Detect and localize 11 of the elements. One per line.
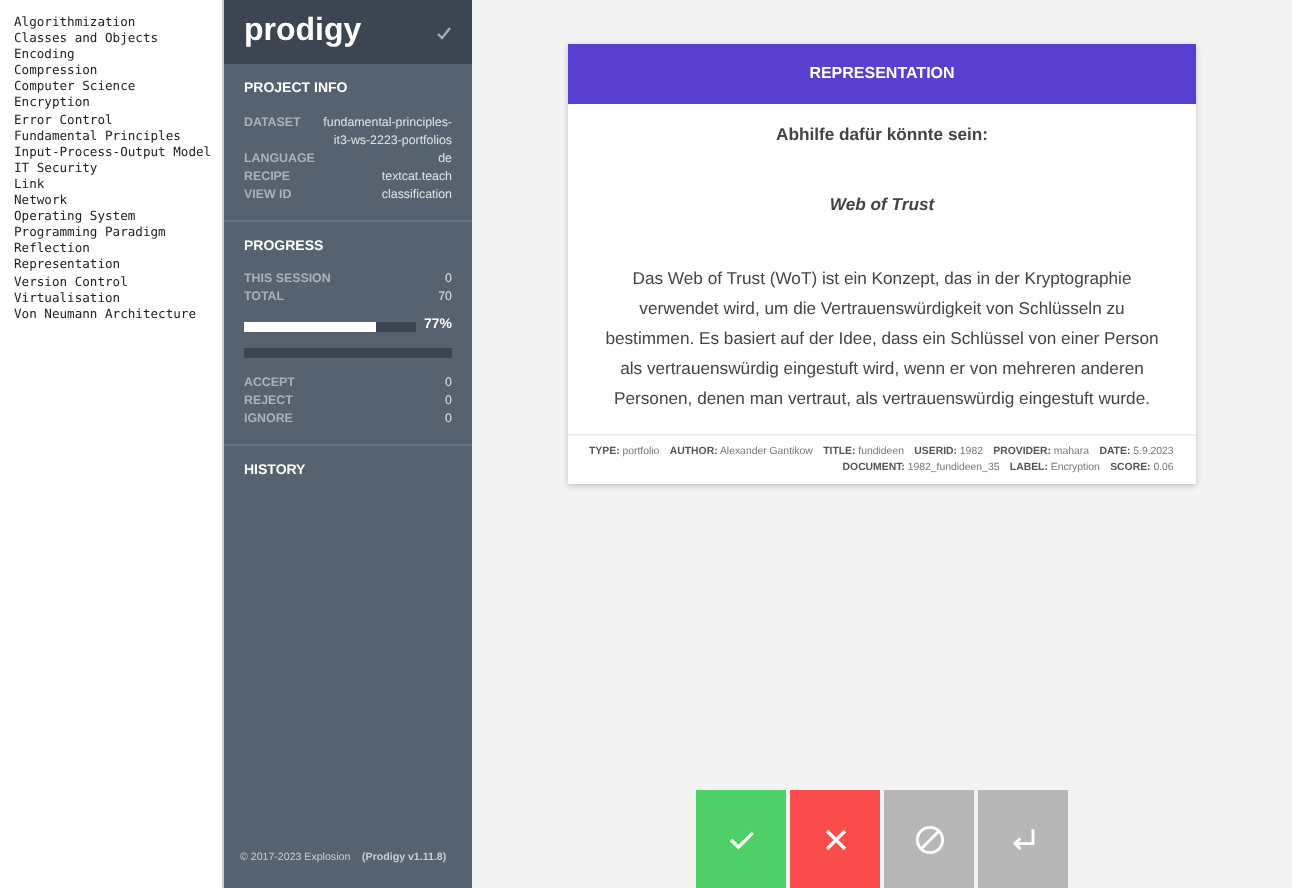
ignore-button[interactable]: [884, 790, 974, 888]
accept-button[interactable]: [696, 790, 786, 888]
undo-button[interactable]: [978, 790, 1068, 888]
card-subtitle: Web of Trust: [827, 192, 937, 218]
reject-button[interactable]: [790, 790, 880, 888]
check-icon[interactable]: [436, 25, 452, 39]
prohibited-icon: [911, 821, 947, 857]
card-text: Das Web of Trust (WoT) ist ein Konzept, das in der Kryptographie verwendet wird, um die Vertrauenswürdigkeit von Schlüsseln zu bestimmen. Es basiert auf der Idee, dass ein Schlüssel von einer Person als vertrauenswürdig eingestuft wird, wenn er von mehreren anderen Personen, denen man vertraut, als vertrauenswürdig eingestuft wurde.: [603, 266, 1161, 412]
card-heading: Abhilfe dafür könnte sein:: [774, 122, 990, 148]
logo: prodigy: [244, 12, 362, 52]
label-header: REPRESENTATION: [568, 44, 1196, 104]
